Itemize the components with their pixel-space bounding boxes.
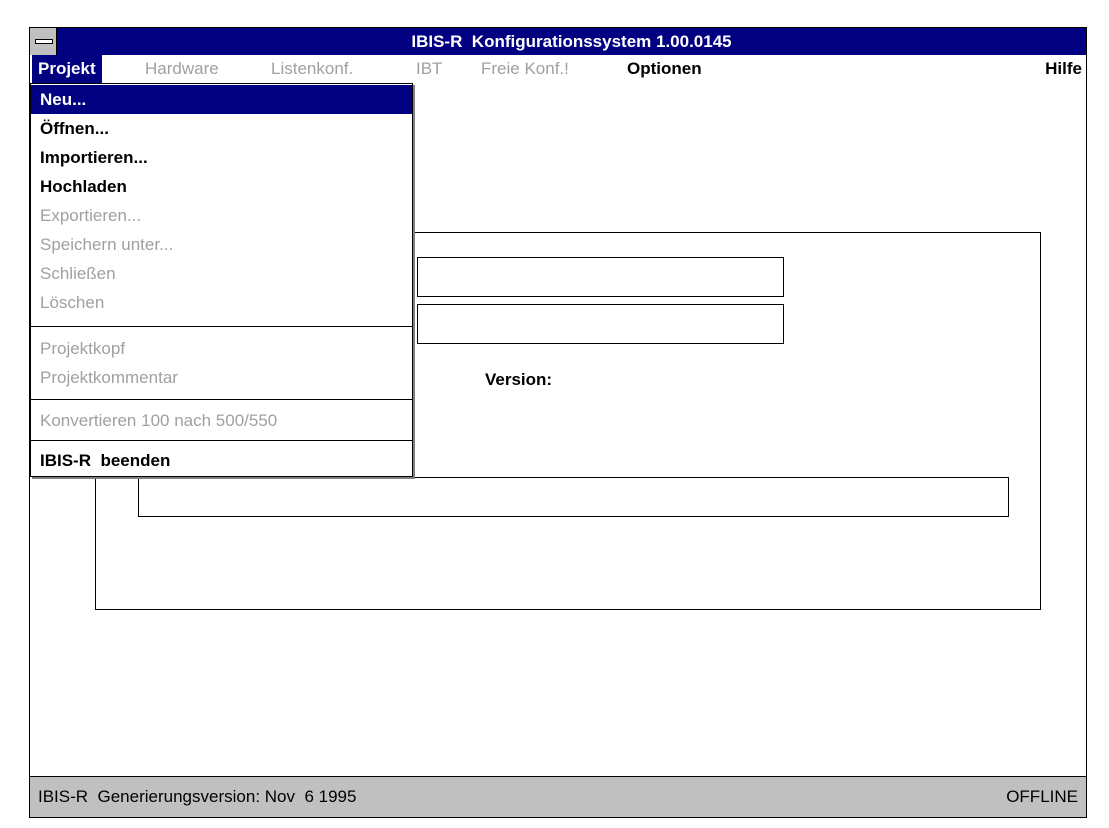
title-bar: IBIS-R Konfigurationssystem 1.00.0145: [30, 28, 1086, 55]
project-path-field[interactable]: [417, 304, 784, 344]
menu-separator: [31, 326, 412, 327]
app-window: IBIS-R Konfigurationssystem 1.00.0145 Pr…: [29, 27, 1087, 818]
menu-item-exportieren[interactable]: Exportieren...: [31, 201, 412, 230]
menu-bar: Projekt Hardware Listenkonf. IBT Freie K…: [30, 55, 1086, 83]
menu-item-speichern-unter[interactable]: Speichern unter...: [31, 230, 412, 259]
menu-item-neu[interactable]: Neu...: [31, 85, 412, 114]
menu-hilfe[interactable]: Hilfe: [1045, 55, 1082, 83]
system-menu-button[interactable]: [30, 28, 57, 55]
menu-separator: [31, 440, 412, 441]
menu-listenkonf[interactable]: Listenkonf.: [271, 55, 353, 83]
menu-projekt[interactable]: Projekt: [32, 55, 102, 83]
menu-item-beenden[interactable]: IBIS-R beenden: [31, 446, 412, 475]
menu-item-schliessen[interactable]: Schließen: [31, 259, 412, 288]
menu-optionen[interactable]: Optionen: [627, 55, 702, 83]
menu-item-konvertieren[interactable]: Konvertieren 100 nach 500/550: [31, 406, 412, 435]
menu-item-hochladen[interactable]: Hochladen: [31, 172, 412, 201]
menu-freie-konf[interactable]: Freie Konf.!: [481, 55, 569, 83]
menu-hardware[interactable]: Hardware: [145, 55, 219, 83]
version-label: Version:: [485, 370, 553, 389]
menu-separator: [31, 399, 412, 400]
menu-ibt[interactable]: IBT: [416, 55, 442, 83]
projekt-dropdown-menu: Neu... Öffnen... Importieren... Hochlade…: [30, 83, 413, 477]
menu-item-loeschen[interactable]: Löschen: [31, 288, 412, 317]
menu-item-importieren[interactable]: Importieren...: [31, 143, 412, 172]
comment-field[interactable]: [138, 477, 1009, 517]
status-bar: IBIS-R Generierungsversion: Nov 6 1995 O…: [30, 776, 1086, 817]
status-generation-version: IBIS-R Generierungsversion: Nov 6 1995: [38, 787, 357, 806]
window-title: IBIS-R Konfigurationssystem 1.00.0145: [411, 32, 732, 51]
status-connection: OFFLINE: [1006, 787, 1078, 806]
system-menu-icon: [35, 39, 53, 44]
project-name-field[interactable]: [417, 257, 784, 297]
menu-item-oeffnen[interactable]: Öffnen...: [31, 114, 412, 143]
menu-item-projektkommentar[interactable]: Projektkommentar: [31, 363, 412, 392]
menu-item-projektkopf[interactable]: Projektkopf: [31, 334, 412, 363]
